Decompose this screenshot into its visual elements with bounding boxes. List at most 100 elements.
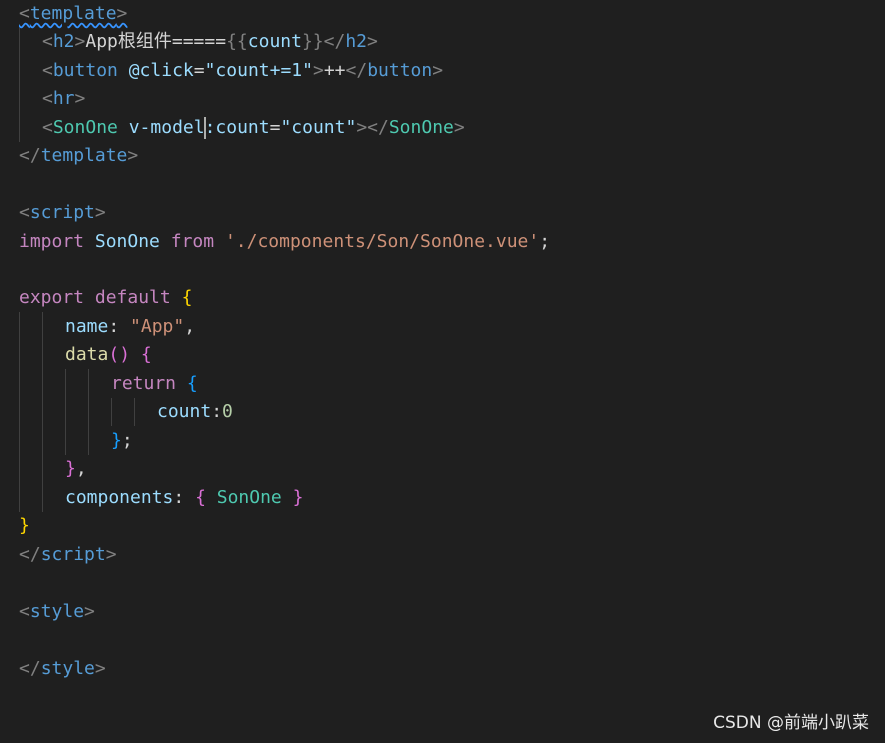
tag-bracket: < [42,31,53,52]
attribute-name: @click [128,60,194,81]
code-line-1[interactable]: <template> [19,0,127,28]
tag-bracket: </ [19,544,41,565]
brace-open: { [140,344,152,365]
indent-guide [88,369,89,455]
tag-name: h2 [52,31,75,52]
tag-bracket: > [432,60,444,81]
attribute-value: "count" [280,117,357,138]
code-line-19[interactable]: } [19,512,30,540]
text-content: App根组件===== [85,31,227,52]
tag-bracket: </ [19,145,41,166]
indent-guide [19,28,20,142]
tag-bracket: < [42,88,53,109]
brace-open: { [195,487,206,508]
code-line-17[interactable]: }, [65,455,87,483]
tag-bracket: > [367,31,378,52]
code-line-9[interactable]: import SonOne from './components/Son/Son… [19,228,550,256]
tag-name: script [40,544,106,565]
keyword-default: default [94,287,171,308]
code-line-24[interactable]: </style> [19,655,106,683]
parens: () [108,344,131,365]
tag-bracket: > [94,658,106,679]
tag-bracket: </ [323,31,346,52]
tag-name: button [52,60,118,81]
tag-bracket: </ [367,117,389,138]
attribute-arg: :count [204,117,270,138]
tag-bracket: </ [345,60,368,81]
code-line-13[interactable]: data() { [65,341,152,369]
tag-bracket: < [42,60,53,81]
code-line-20[interactable]: </script> [19,541,117,569]
comma: , [75,458,87,479]
import-path: './components/Son/SonOne.vue' [224,231,540,252]
tag-bracket: > [94,202,106,223]
semicolon: ; [121,430,133,451]
code-line-14[interactable]: return { [111,370,198,398]
tag-name: template [40,145,128,166]
tag-name: template [29,3,117,24]
brace-close: } [65,458,76,479]
tag-bracket: > [105,544,117,565]
code-line-22[interactable]: <style> [19,598,95,626]
tag-bracket: < [19,202,30,223]
tag-name: hr [52,88,75,109]
tag-bracket: < [19,3,30,24]
attribute-name: v-model [128,117,205,138]
equals: = [193,60,205,81]
equals: = [269,117,281,138]
tag-bracket: > [74,31,86,52]
tag-name: button [367,60,433,81]
tag-bracket: > [356,117,368,138]
code-line-6[interactable]: </template> [19,142,138,170]
tag-bracket: > [312,60,324,81]
tag-name: h2 [345,31,368,52]
code-line-11[interactable]: export default { [19,284,192,312]
code-line-15[interactable]: count:0 [157,398,233,426]
component-tag-name: SonOne [52,117,118,138]
code-line-4[interactable]: <hr> [42,85,85,113]
keyword-import: import [19,231,85,252]
keyword-from: from [170,231,215,252]
code-line-3[interactable]: <button @click="count+=1">++</button> [42,57,443,85]
import-name: SonOne [94,231,160,252]
colon: : [108,316,131,337]
function-name: data [65,344,109,365]
tag-bracket: > [116,3,128,24]
variable: count [247,31,302,52]
code-line-8[interactable]: <script> [19,199,106,227]
code-line-5[interactable]: <SonOne v-model:count="count"></SonOne> [42,114,465,142]
brace-open: { [181,287,193,308]
tag-bracket: </ [19,658,41,679]
indent-guide [111,398,112,426]
code-line-18[interactable]: components: { SonOne } [65,484,303,512]
indent-guide [65,369,66,455]
keyword-return: return [111,373,177,394]
property-key: count [157,401,212,422]
watermark: CSDN @前端小趴菜 [713,713,869,733]
tag-bracket: < [19,601,30,622]
property-key: name [65,316,109,337]
code-line-12[interactable]: name: "App", [65,313,195,341]
semicolon: ; [539,231,551,252]
brace-close: } [111,430,122,451]
tag-bracket: > [84,601,95,622]
colon: : [173,487,196,508]
component-tag-name: SonOne [388,117,454,138]
tag-name: style [40,658,95,679]
tag-bracket: < [42,117,53,138]
mustache-open: {{ [226,31,248,52]
attribute-value: "count+=1" [204,60,313,81]
property-key: components [65,487,174,508]
component-name: SonOne [216,487,282,508]
tag-bracket: > [74,88,86,109]
code-line-16[interactable]: }; [111,427,133,455]
keyword-export: export [19,287,85,308]
code-line-2[interactable]: <h2>App根组件====={{count}}</h2> [42,28,378,56]
tag-name: style [29,601,85,622]
tag-bracket: > [453,117,465,138]
tag-bracket: > [127,145,139,166]
brace-open: { [186,373,198,394]
number-value: 0 [222,401,233,422]
text-content: ++ [323,60,346,81]
code-editor[interactable]: <template> <h2>App根组件====={{count}}</h2>… [0,0,885,743]
